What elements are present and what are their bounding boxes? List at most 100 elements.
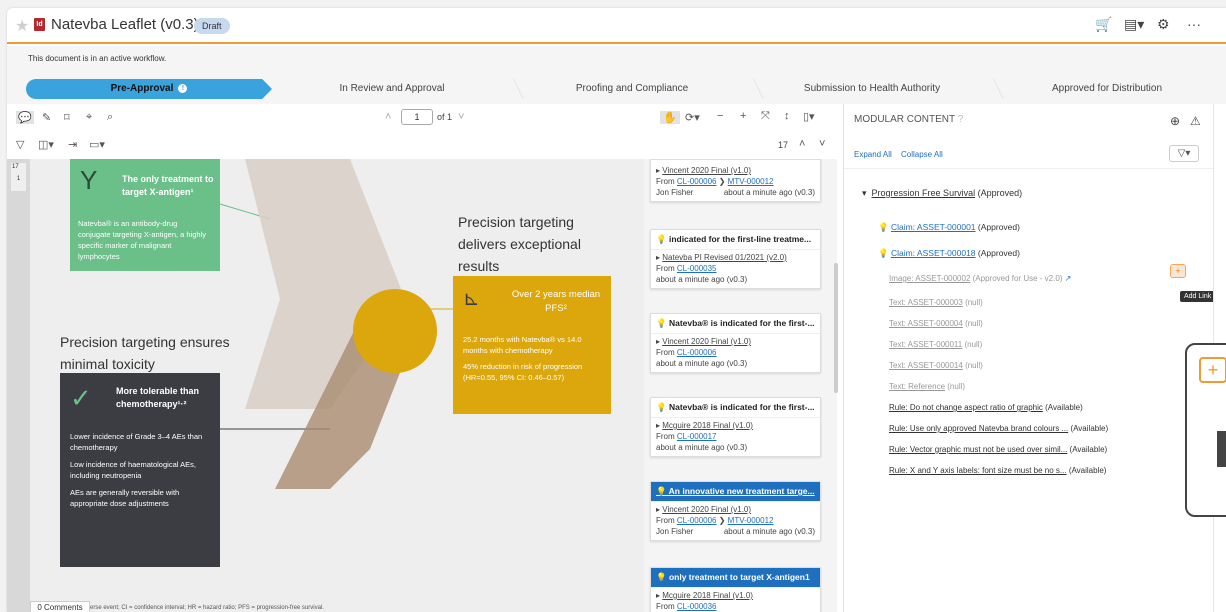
step-proofing[interactable]: Proofing and Compliance	[512, 79, 752, 99]
warning-icon[interactable]: ⚠	[1190, 114, 1201, 128]
bookmark-icon[interactable]: ⌑	[64, 111, 70, 124]
green-heading: The only treatment to target X-antigen¹	[122, 174, 214, 197]
rotate-icon[interactable]: ⟳▾	[685, 111, 700, 124]
rule-label: Rule: Use only approved Natevba brand co…	[889, 424, 1069, 433]
user: Jon Fisher	[656, 188, 694, 197]
filter-dropdown-icon[interactable]: ▽▾	[1169, 145, 1199, 162]
add-link-popup[interactable]: +	[1185, 343, 1226, 517]
tree-rule[interactable]: Rule: Use only approved Natevba brand co…	[889, 424, 1108, 433]
source-link[interactable]: Vincent 2020 Final (v1.0)	[662, 337, 751, 346]
comment-add-icon[interactable]: ▭▾	[89, 138, 105, 151]
fit-height-icon[interactable]: ↕	[784, 110, 790, 122]
cl-link[interactable]: CL-000017	[677, 432, 717, 441]
tree-asset[interactable]: Text: Reference (null)	[889, 382, 965, 391]
dark-tolerability-card: ✓ More tolerable than chemotherapy¹·² Lo…	[60, 373, 220, 567]
source-row: ▸ Vincent 2020 Final (v1.0)	[656, 505, 752, 514]
source-link[interactable]: Vincent 2020 Final (v1.0)	[662, 166, 751, 175]
tree-rule[interactable]: Rule: Do not change aspect ratio of grap…	[889, 403, 1083, 412]
add-circle-icon[interactable]: ⊕	[1170, 114, 1180, 128]
page-up-icon[interactable]: ˄	[385, 111, 391, 123]
rule-status: (Available)	[1045, 403, 1083, 412]
timestamp: about a minute ago (v0.3)	[656, 359, 748, 368]
timestamp: about a minute ago (v0.3)	[723, 527, 815, 536]
open-external-icon[interactable]: ↗	[1065, 274, 1072, 283]
step-approved[interactable]: Approved for Distribution	[992, 79, 1222, 99]
source-link[interactable]: Mcguire 2018 Final (v1.0)	[662, 421, 753, 430]
add-link-icon[interactable]: +	[1170, 264, 1186, 278]
search-icon[interactable]: ⌕	[107, 111, 113, 124]
from-label: From	[656, 602, 675, 611]
step-pre-approval[interactable]: Pre-Approval!	[26, 79, 272, 99]
workflow-steps: Pre-Approval! In Review and Approval Pro…	[7, 76, 1226, 104]
asset-label: Text: ASSET-000011	[889, 340, 963, 349]
rule-status: (Available)	[1070, 424, 1109, 433]
settings-icon[interactable]: ⚙	[1157, 16, 1170, 33]
timestamp: about a minute ago (v0.3)	[656, 275, 748, 284]
tree-asset[interactable]: Text: ASSET-000011 (null)	[889, 340, 982, 349]
green-body: Natevba® is an antibody-drug conjugate t…	[78, 219, 207, 261]
tree-claim[interactable]: 💡 Claim: ASSET-000018 (Approved)	[878, 248, 1020, 259]
source-link[interactable]: Mcguire 2018 Final (v1.0)	[662, 591, 753, 600]
next-annotation-icon[interactable]: ˅	[819, 138, 825, 150]
cl-link[interactable]: CL-000036	[677, 602, 717, 611]
page-number-input[interactable]: 1	[401, 109, 433, 125]
annotation-card[interactable]: 💡 only treatment to target X-antigen1 ▸ …	[650, 567, 821, 612]
cl-link[interactable]: CL-000035	[677, 264, 717, 273]
tree-asset[interactable]: Image: ASSET-000002 (Approved for Use - …	[889, 274, 1071, 283]
page-total: of 1	[437, 112, 453, 122]
page-down-icon[interactable]: ˅	[458, 111, 464, 123]
annotation-card-selected[interactable]: 💡 An innovative new treatment targe... ▸…	[650, 481, 821, 541]
cl-link[interactable]: CL-000006	[677, 177, 717, 186]
cart-icon[interactable]: 🛒	[1095, 16, 1112, 33]
staircase-chart-icon: ⊾	[463, 288, 480, 310]
filter-icon[interactable]: ▽	[16, 138, 24, 151]
asset-status: (Approved for Use - v2.0)	[972, 274, 1063, 283]
step-label: Pre-Approval	[110, 83, 174, 94]
location-pin-icon[interactable]: ⌖	[86, 111, 92, 124]
step-submission[interactable]: Submission to Health Authority	[752, 79, 992, 99]
collapse-all-link[interactable]: Collapse All	[901, 150, 943, 159]
annotation-count: 17	[778, 140, 789, 150]
cl-link[interactable]: CL-000006	[677, 516, 717, 525]
tree-root[interactable]: ▾ Progression Free Survival (Approved)	[862, 188, 1022, 199]
source-link[interactable]: Vincent 2020 Final (v1.0)	[662, 505, 751, 514]
zoom-out-icon[interactable]: −	[717, 110, 723, 122]
prev-annotation-icon[interactable]: ˄	[799, 138, 805, 150]
annotation-card[interactable]: 💡 Natevba® is indicated for the first-..…	[650, 313, 821, 373]
tree-asset[interactable]: Text: ASSET-000004 (null)	[889, 319, 983, 328]
annotation-card[interactable]: 💡 Natevba® is indicated for the first-..…	[650, 397, 821, 457]
help-icon[interactable]: ?	[958, 114, 964, 125]
workflow-message: This document is in an active workflow.	[7, 46, 1226, 76]
document-menu-icon[interactable]: ▤▾	[1124, 16, 1144, 33]
page-options-icon[interactable]: ▯▾	[803, 110, 815, 123]
gold-bullet: 25.2 months with Natevba® vs 14.0 months…	[463, 335, 582, 355]
step-in-review[interactable]: In Review and Approval	[272, 79, 512, 99]
annotate-off-icon[interactable]: ✎	[42, 111, 51, 124]
zoom-in-icon[interactable]: +	[740, 110, 746, 122]
add-comment-icon[interactable]: +	[1199, 357, 1226, 383]
layout-icon[interactable]: ◫▾	[38, 138, 54, 151]
tree-asset[interactable]: Text: ASSET-000003 (null)	[889, 298, 983, 307]
comments-tab[interactable]: 0 Comments	[30, 601, 90, 612]
tree-rule[interactable]: Rule: X and Y axis labels: font size mus…	[889, 466, 1106, 475]
expand-all-link[interactable]: Expand All	[854, 150, 892, 159]
comment-mode-icon[interactable]: 💬	[16, 111, 34, 124]
pan-hand-icon[interactable]: ✋	[660, 111, 680, 124]
annotation-card[interactable]: ▸ Vincent 2020 Final (v1.0) From CL-0000…	[650, 159, 821, 202]
tree-claim[interactable]: 💡 Claim: ASSET-000001 (Approved)	[878, 222, 1020, 233]
mtv-link[interactable]: MTV-000012	[728, 177, 774, 186]
favorite-star-icon[interactable]: ★	[15, 16, 29, 36]
tree-asset[interactable]: Text: ASSET-000014 (null)	[889, 361, 983, 370]
from-label: From	[656, 177, 675, 186]
tree-rule[interactable]: Rule: Vector graphic must not be used ov…	[889, 445, 1107, 454]
mtv-link[interactable]: MTV-000012	[728, 516, 774, 525]
cl-link[interactable]: CL-000006	[677, 348, 717, 357]
annotation-card[interactable]: 💡 indicated for the first-line treatme..…	[650, 229, 821, 289]
annotation-scrollbar[interactable]	[834, 263, 838, 393]
page-thumbnail[interactable]: 17 1	[11, 163, 26, 191]
fit-page-icon[interactable]: ⤧	[761, 110, 770, 123]
jump-icon[interactable]: ⇥	[68, 138, 77, 151]
asset-status: (null)	[965, 319, 983, 328]
more-icon[interactable]: ···	[1187, 16, 1201, 32]
source-link[interactable]: Natevba PI Revised 01/2021 (v2.0)	[662, 253, 787, 262]
